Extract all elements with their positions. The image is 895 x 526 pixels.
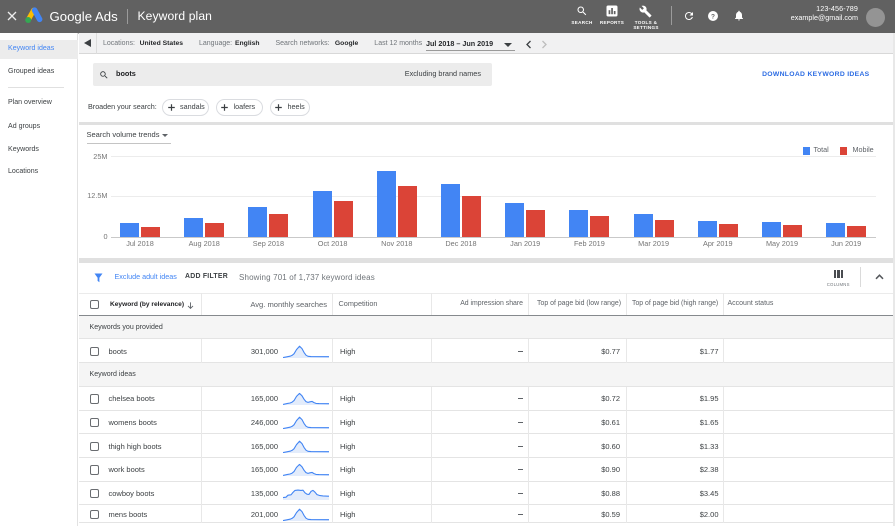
svg-text:?: ? (711, 14, 715, 21)
